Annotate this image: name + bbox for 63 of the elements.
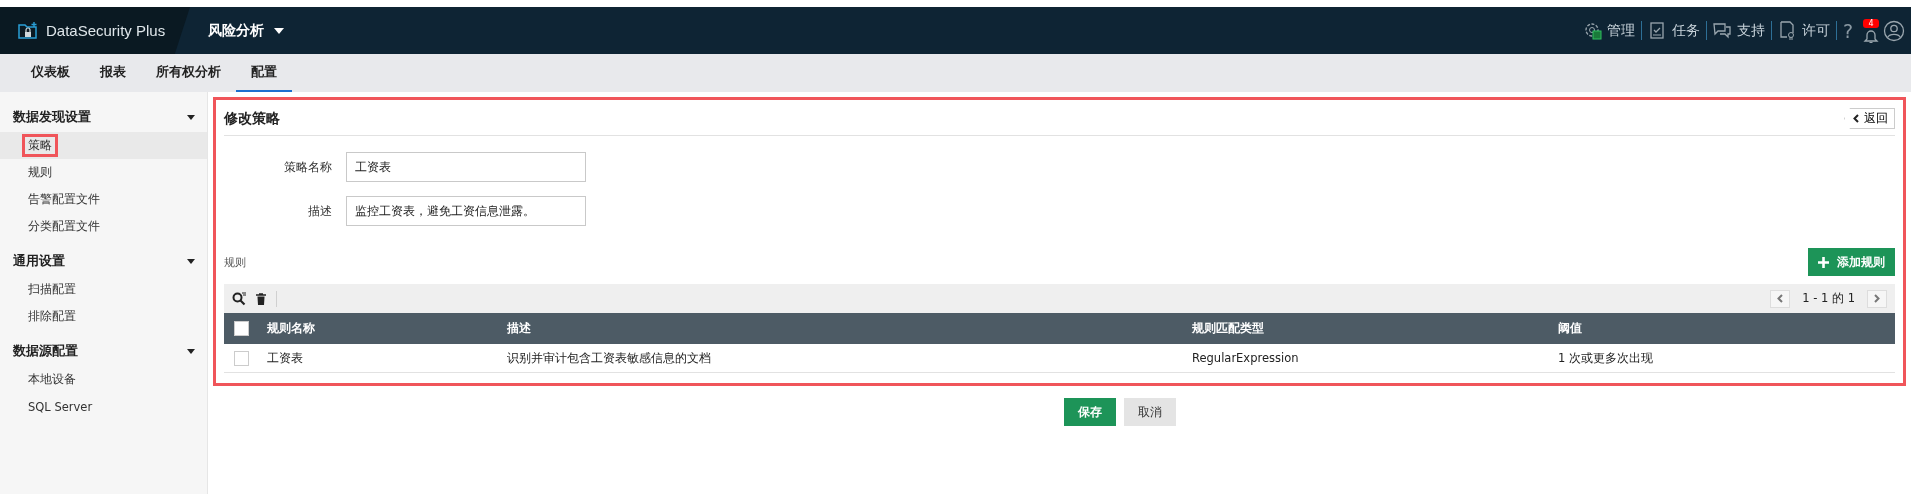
header-action[interactable]: 管理 <box>1576 21 1642 40</box>
save-button[interactable]: 保存 <box>1063 398 1116 426</box>
back-button[interactable]: 返回 <box>1844 108 1895 129</box>
field-label: 描述 <box>307 203 332 219</box>
chevron-right-icon <box>1874 294 1880 303</box>
add-rule-button[interactable]: 添加规则 <box>1808 248 1895 276</box>
field-label: 策略名称 <box>283 159 332 175</box>
next-page-button[interactable] <box>1867 289 1887 308</box>
nav-tab[interactable]: 仪表板 <box>16 54 85 92</box>
chevron-left-icon <box>1853 114 1859 123</box>
column-header: 规则名称 <box>267 321 315 335</box>
column-header: 描述 <box>507 321 531 335</box>
page-range: 1 - 1 的 1 <box>1802 291 1855 306</box>
checkbox[interactable] <box>234 350 249 366</box>
sidebar-item[interactable]: 扫描配置 <box>22 278 82 301</box>
checklist-icon <box>1647 21 1667 40</box>
input-field[interactable]: 监控工资表，避免工资信息泄露。 <box>346 196 586 226</box>
header-action[interactable]: 许可 <box>1771 21 1837 40</box>
column-header: 规则匹配类型 <box>1192 321 1264 335</box>
folder-lock-icon <box>18 21 38 40</box>
checkbox[interactable] <box>234 321 249 336</box>
sidebar-item[interactable]: 策略 <box>22 134 58 157</box>
sidebar-item[interactable]: 告警配置文件 <box>22 188 106 211</box>
sidebar-item[interactable]: 排除配置 <box>22 305 82 328</box>
cancel-button[interactable]: 取消 <box>1123 398 1176 426</box>
sidebar-item[interactable]: 规则 <box>22 161 58 184</box>
previous-page-button[interactable] <box>1770 289 1791 308</box>
section-heading[interactable]: 数据源配置 <box>13 342 78 360</box>
table-cell: 1 次或更多次出现 <box>1558 350 1653 365</box>
notification-badge: 4 <box>1863 18 1879 28</box>
plus-icon <box>1818 256 1829 268</box>
user-icon[interactable] <box>1883 19 1905 42</box>
section-heading[interactable]: 数据发现设置 <box>13 108 91 126</box>
table-cell: 识别并审计包含工资表敏感信息的文档 <box>507 350 711 365</box>
module-menu[interactable]: 风险分析 <box>208 21 284 40</box>
help-button[interactable]: ? <box>1836 19 1859 42</box>
sidebar-item[interactable]: 本地设备 <box>22 368 82 391</box>
chevron-left-icon <box>1777 294 1784 303</box>
gear-icon <box>1582 21 1602 40</box>
table-cell: RegularExpression <box>1192 351 1299 365</box>
nav-tab[interactable]: 报表 <box>85 54 141 92</box>
trash-icon[interactable] <box>256 292 266 305</box>
caret-icon <box>274 27 284 34</box>
sidebar-item[interactable]: SQL Server <box>22 395 99 418</box>
nav-tab[interactable]: 所有权分析 <box>141 54 236 92</box>
section-heading[interactable]: 通用设置 <box>13 252 65 270</box>
column-header: 阈值 <box>1558 321 1582 335</box>
chat-bubbles-icon <box>1712 21 1732 40</box>
nav-tab[interactable]: 配置 <box>236 54 292 92</box>
caret-icon[interactable] <box>187 114 195 120</box>
search-icon[interactable] <box>232 291 246 306</box>
panel-title: 修改策略 <box>224 109 280 128</box>
input-field[interactable]: 工资表 <box>346 152 586 182</box>
sidebar-item[interactable]: 分类配置文件 <box>22 215 106 238</box>
table-cell: 工资表 <box>267 350 303 365</box>
product-name: DataSecurity Plus <box>46 22 166 39</box>
certificate-icon <box>1777 21 1797 40</box>
bell-icon[interactable] <box>1863 28 1879 43</box>
section-label: 规则 <box>224 255 246 270</box>
header-action[interactable]: 支持 <box>1706 21 1772 40</box>
caret-icon[interactable] <box>187 258 195 264</box>
header-action[interactable]: 任务 <box>1641 21 1707 40</box>
caret-icon[interactable] <box>187 348 195 354</box>
